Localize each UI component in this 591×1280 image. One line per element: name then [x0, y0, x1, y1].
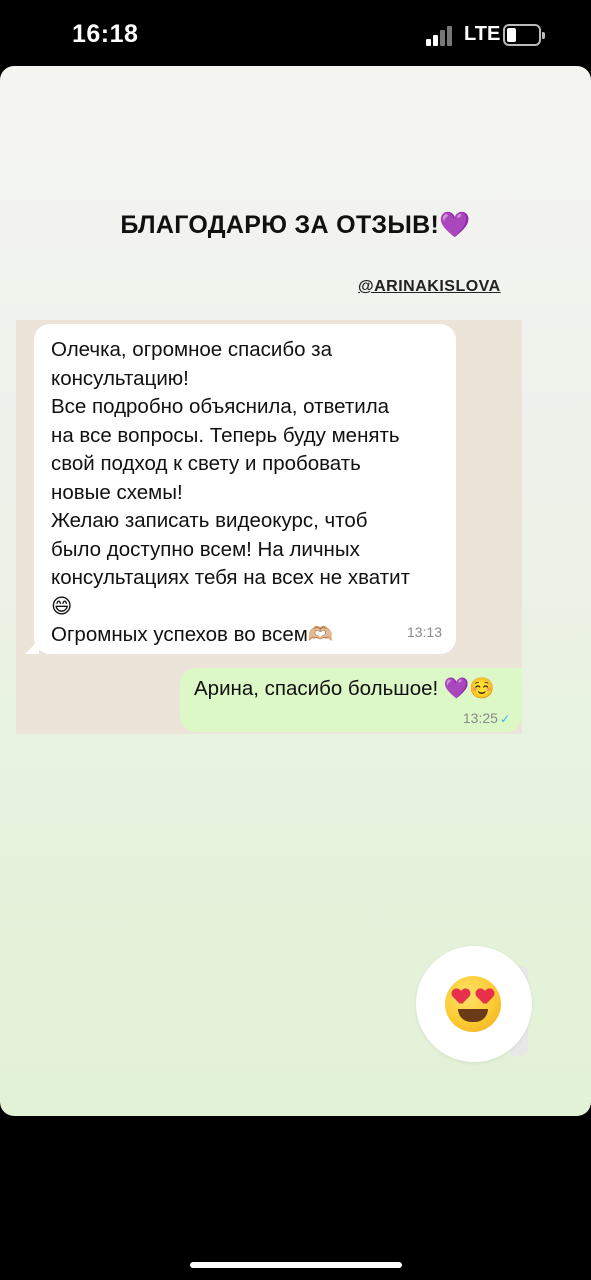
message-line: Все подробно объяснила, ответила	[51, 395, 390, 418]
story-card: БЛАГОДАРЮ ЗА ОТЗЫВ!💜 @ARINAKISLOVA Олечк…	[0, 66, 591, 1116]
message-line: Желаю записать видеокурс, чтоб	[51, 509, 368, 532]
message-line: было доступно всем! На личных	[51, 537, 360, 561]
message-line: Олечка, огромное спасибо за	[51, 338, 332, 361]
incoming-message-bubble: Олечка, огромное спасибо за консультацию…	[25, 324, 456, 654]
heart-eye-icon	[452, 989, 470, 1005]
message-line: на все вопросы. Теперь буду менять	[51, 423, 400, 447]
message-line: свой подход к свету и пробовать	[51, 452, 361, 475]
reaction-sticker[interactable]	[416, 946, 532, 1062]
message-line: консультациях тебя на всех не хватит	[51, 566, 410, 589]
read-receipt-icon: ✓	[499, 712, 510, 726]
message-line: 😄	[51, 594, 73, 618]
home-indicator[interactable]	[190, 1262, 402, 1268]
network-type: LTE	[464, 23, 501, 45]
message-line: новые схемы!	[51, 480, 183, 504]
chat-screenshot: Олечка, огромное спасибо за консультацию…	[16, 320, 522, 734]
story-title: БЛАГОДАРЮ ЗА ОТЗЫВ!💜	[120, 211, 471, 239]
cellular-signal-icon	[426, 24, 456, 46]
smile-mouth	[458, 1009, 488, 1022]
story-handle-link[interactable]: @ARINAKISLOVA	[358, 278, 501, 296]
outgoing-message-time: 13:25 ✓	[462, 710, 510, 726]
battery-icon	[503, 24, 545, 46]
outgoing-message-bubble: Арина, спасибо большое! 💜☺️ 13:25 ✓	[180, 668, 522, 732]
message-line: консультацию!	[51, 366, 189, 390]
message-line: Огромных успехов во всем🫶🏼	[51, 623, 334, 646]
heart-eyes-emoji-icon	[445, 976, 501, 1032]
status-time: 16:18	[72, 20, 139, 48]
status-bar: 16:18 LTE	[0, 0, 591, 66]
heart-eye-icon	[476, 989, 494, 1005]
outgoing-message-text: Арина, спасибо большое! 💜☺️	[194, 677, 495, 700]
incoming-message-time: 13:13	[406, 623, 442, 640]
